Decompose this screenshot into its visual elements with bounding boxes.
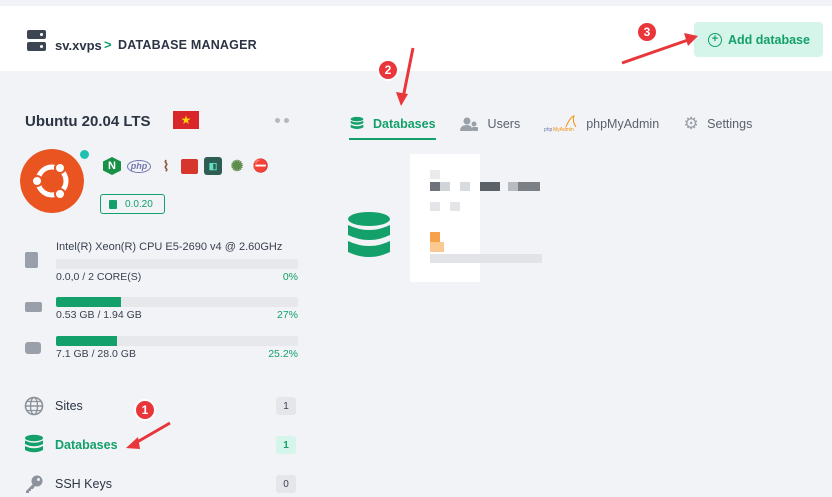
ram-usage-percent: 27% — [276, 309, 298, 321]
mariadb-icon[interactable]: ⌇ — [157, 157, 175, 175]
tab-label: Databases — [373, 117, 436, 131]
page-title: DATABASE MANAGER — [118, 38, 257, 52]
disk-icon — [25, 342, 41, 354]
annotation-arrow — [126, 421, 171, 449]
redis-icon[interactable] — [181, 158, 198, 174]
sidebar-item-count: 0 — [276, 475, 296, 493]
tab-label: Settings — [707, 117, 753, 131]
tab-settings[interactable]: ⚙ Settings — [683, 108, 753, 140]
disk-usage-bar — [56, 336, 298, 346]
redacted-text — [430, 182, 440, 191]
disk-usage-fill — [56, 336, 117, 346]
redacted-text — [450, 202, 460, 211]
sidebar-item-ssh-keys[interactable]: SSH Keys 0 — [24, 472, 296, 496]
database-icon — [349, 116, 365, 132]
security-icon[interactable]: ⛔ — [252, 157, 270, 175]
sidebar-item-label: SSH Keys — [55, 477, 112, 491]
cpu-usage-percent: 0% — [282, 271, 298, 283]
tab-label: phpMyAdmin — [586, 117, 660, 131]
redacted-text — [480, 182, 500, 191]
cpu-usage-bar — [56, 259, 298, 269]
octopus-icon[interactable]: ✺ — [228, 157, 246, 175]
database-card[interactable] — [410, 154, 542, 282]
os-title: Ubuntu 20.04 LTS — [25, 113, 151, 130]
globe-icon — [24, 396, 44, 416]
gear-icon: ⚙ — [683, 114, 699, 133]
server-icon — [27, 30, 47, 52]
redacted-text — [518, 182, 540, 191]
php-icon[interactable]: php — [127, 159, 151, 173]
more-options-icon[interactable] — [275, 118, 291, 123]
phpmyadmin-icon: php MyAdmin — [544, 115, 578, 133]
cpu-name: Intel(R) Xeon(R) CPU E5-2690 v4 @ 2.60GH… — [56, 241, 283, 253]
users-icon — [459, 116, 480, 132]
nginx-icon[interactable]: N — [103, 157, 121, 175]
breadcrumb-server-link[interactable]: sv.xvps — [55, 38, 102, 53]
tab-databases[interactable]: Databases — [349, 108, 436, 140]
annotation-arrow — [396, 47, 415, 106]
plus-circle-icon: + — [708, 32, 722, 47]
redacted-text — [508, 182, 518, 191]
tab-users[interactable]: Users — [459, 108, 521, 140]
redacted-text — [430, 242, 444, 252]
cpu-icon — [25, 252, 38, 268]
add-database-label: Add database — [728, 32, 810, 47]
terminal-icon[interactable]: ◧ — [204, 157, 222, 175]
version-text: 0.0.20 — [125, 198, 153, 210]
key-icon — [24, 474, 44, 494]
sidebar-item-label: Sites — [55, 399, 83, 413]
svg-text:MyAdmin: MyAdmin — [553, 127, 574, 133]
redacted-text — [430, 232, 440, 242]
ram-usage-text: 0.53 GB / 1.94 GB — [56, 309, 142, 321]
redacted-text — [430, 202, 440, 211]
version-badge: 0.0.20 — [100, 194, 165, 214]
tab-label: Users — [487, 117, 521, 131]
tab-bar: Databases Users php MyAdmin phpMyAdmin ⚙ … — [349, 108, 776, 140]
disk-usage-percent: 25.2% — [268, 348, 298, 360]
installed-apps: N php ⌇ ◧ ✺ ⛔ — [103, 157, 270, 175]
database-icon — [24, 434, 44, 455]
online-status-icon — [78, 148, 91, 161]
sidebar-item-count: 1 — [276, 397, 296, 415]
package-icon — [109, 199, 117, 209]
sidebar-item-count: 1 — [276, 436, 296, 454]
ram-usage-bar — [56, 297, 298, 307]
cpu-usage-text: 0.0,0 / 2 CORE(S) — [56, 271, 142, 283]
add-database-button[interactable]: + Add database — [694, 22, 823, 57]
ubuntu-logo-icon — [20, 149, 84, 213]
annotation-arrow — [621, 33, 698, 65]
ram-usage-fill — [56, 297, 122, 307]
redacted-text — [430, 254, 542, 263]
svg-text:php: php — [544, 127, 553, 133]
redacted-text — [440, 182, 450, 191]
redacted-text — [460, 182, 470, 191]
memory-icon — [25, 302, 42, 312]
redacted-text — [430, 170, 440, 179]
breadcrumb-separator-icon: > — [104, 37, 112, 52]
database-large-icon — [348, 212, 390, 257]
tab-phpmyadmin[interactable]: php MyAdmin phpMyAdmin — [544, 108, 659, 140]
disk-usage-text: 7.1 GB / 28.0 GB — [56, 348, 136, 360]
vietnam-flag-icon: ★ — [173, 111, 199, 129]
